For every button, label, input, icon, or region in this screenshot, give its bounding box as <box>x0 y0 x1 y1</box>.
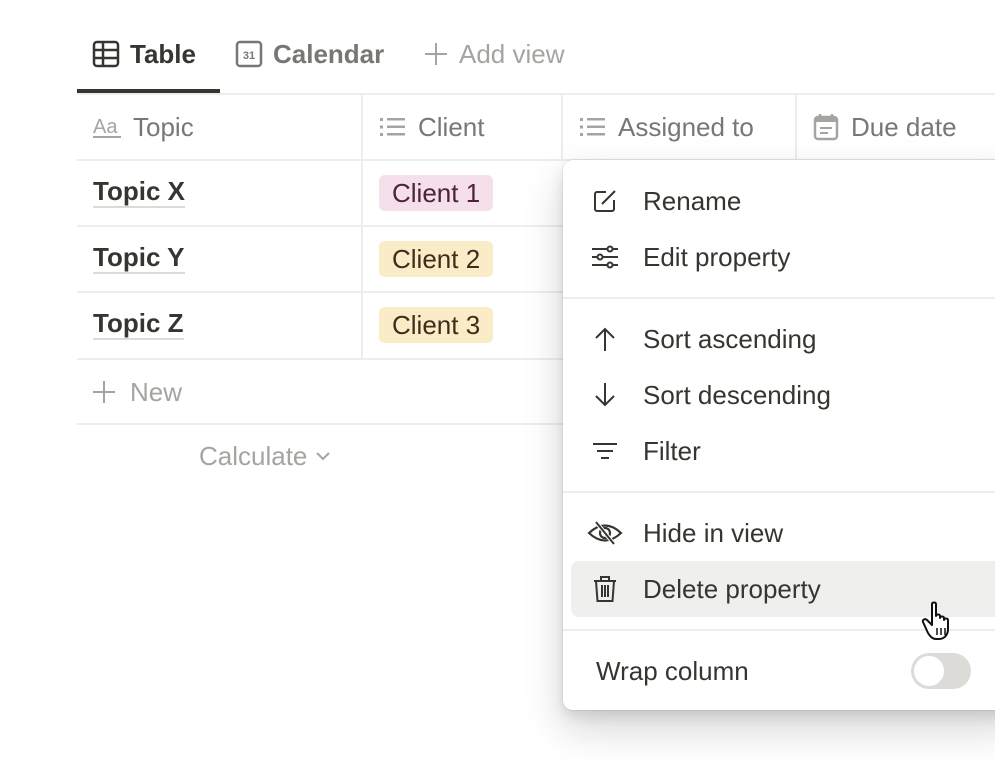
menu-item-sort-ascending[interactable]: Sort ascending <box>571 311 995 367</box>
column-header-client[interactable]: Client <box>380 95 484 159</box>
menu-item-filter[interactable]: Filter <box>571 423 995 479</box>
column-header-assigned-to[interactable]: Assigned to <box>580 95 754 159</box>
menu-item-edit-property[interactable]: Edit property <box>571 229 995 285</box>
sliders-icon <box>592 245 618 269</box>
chevron-down-icon <box>316 452 331 461</box>
row-divider <box>77 291 563 293</box>
client-tag[interactable]: Client 1 <box>379 175 494 211</box>
plus-icon <box>425 43 447 65</box>
new-row-button[interactable]: New <box>92 374 182 410</box>
menu-divider <box>563 297 995 299</box>
wrap-column-toggle[interactable] <box>911 653 971 689</box>
tab-table[interactable]: Table <box>92 36 196 72</box>
arrow-up-icon <box>595 327 615 351</box>
table-icon <box>92 40 120 68</box>
menu-item-rename[interactable]: Rename <box>571 173 995 229</box>
tab-calendar[interactable]: 31 Calendar <box>235 36 384 72</box>
menu-item-label: Sort ascending <box>643 323 817 354</box>
menu-item-label: Rename <box>643 185 742 216</box>
column-header-label: Client <box>418 111 485 142</box>
menu-item-sort-descending[interactable]: Sort descending <box>571 367 995 423</box>
menu-item-label: Filter <box>643 435 701 466</box>
menu-item-label: Delete property <box>643 573 821 604</box>
topic-cell[interactable]: Topic Z <box>93 308 184 340</box>
column-divider <box>795 95 797 160</box>
client-tag[interactable]: Client 3 <box>379 307 494 343</box>
client-tag[interactable]: Client 2 <box>379 241 494 277</box>
calculate-button[interactable]: Calculate <box>199 438 331 474</box>
topic-cell[interactable]: Topic Y <box>93 242 185 274</box>
wrap-column-label: Wrap column <box>596 656 749 686</box>
menu-divider <box>563 491 995 493</box>
column-header-label: Topic <box>133 111 194 142</box>
filter-icon <box>593 443 617 459</box>
new-row-label: New <box>130 376 183 407</box>
calendar-icon: 31 <box>235 40 263 68</box>
plus-icon <box>93 381 115 403</box>
menu-item-hide-in-view[interactable]: Hide in view <box>571 505 995 561</box>
column-header-label: Assigned to <box>618 111 754 142</box>
column-header-topic[interactable]: Aa Topic <box>93 95 194 159</box>
row-divider <box>77 358 563 360</box>
rename-icon <box>594 190 616 212</box>
calculate-label: Calculate <box>199 440 308 471</box>
arrow-down-icon <box>595 383 615 407</box>
menu-item-label: Hide in view <box>643 517 784 548</box>
toggle-knob <box>914 656 944 686</box>
tab-table-label: Table <box>130 38 196 69</box>
row-divider <box>77 225 563 227</box>
hand-cursor-icon <box>920 600 960 647</box>
tab-calendar-label: Calendar <box>273 38 385 69</box>
column-header-due-date[interactable]: Due date <box>813 95 957 159</box>
text-aa-icon: Aa <box>93 116 121 138</box>
list-icon <box>380 118 405 136</box>
svg-text:31: 31 <box>243 50 255 62</box>
column-divider <box>561 95 563 160</box>
add-view-button[interactable]: Add view <box>423 36 565 72</box>
column-header-label: Due date <box>851 111 957 142</box>
calendar-date-icon <box>813 114 839 141</box>
row-divider <box>77 423 563 425</box>
add-view-label: Add view <box>459 38 565 69</box>
eye-slash-icon <box>587 520 623 546</box>
trash-icon <box>594 576 616 602</box>
topic-cell[interactable]: Topic X <box>93 176 185 208</box>
menu-item-label: Edit property <box>643 241 791 272</box>
svg-text:Aa: Aa <box>93 116 118 138</box>
list-icon <box>580 118 605 136</box>
menu-item-label: Sort descending <box>643 379 831 410</box>
